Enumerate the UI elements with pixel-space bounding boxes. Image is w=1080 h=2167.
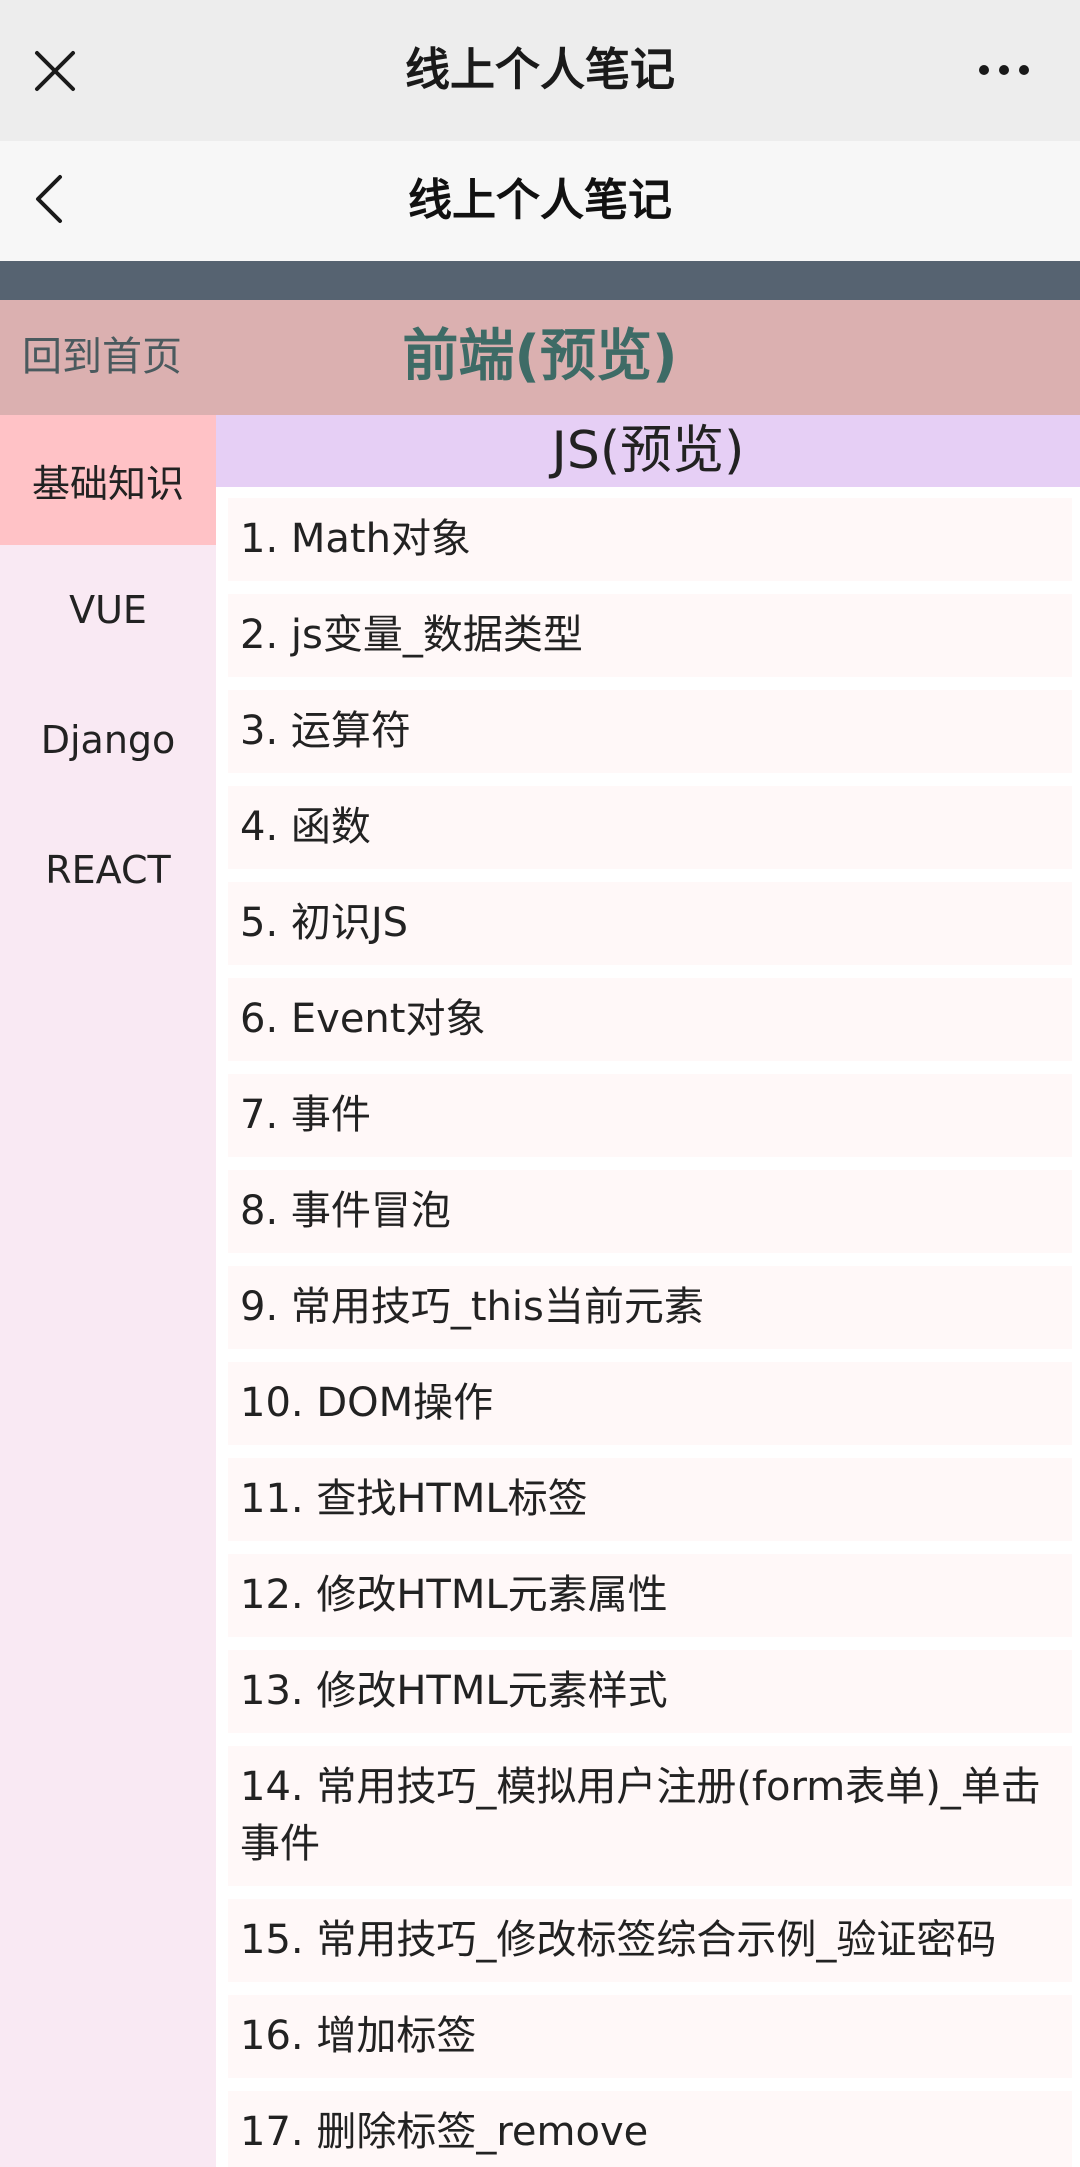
list-item[interactable]: 14. 常用技巧_模拟用户注册(form表单)_单击事件 (228, 1746, 1072, 1886)
category-title: JS(预览) (216, 415, 1080, 487)
webview-title: 线上个人笔记 (404, 43, 675, 96)
sidebar-item-react[interactable]: REACT (0, 805, 216, 935)
list-item[interactable]: 15. 常用技巧_修改标签综合示例_验证密码 (228, 1899, 1072, 1982)
list-item[interactable]: 10. DOM操作 (228, 1362, 1072, 1445)
category-sidebar: 基础知识 VUE Django REACT (0, 415, 216, 2167)
list-item[interactable]: 5. 初识JS (228, 882, 1072, 965)
sidebar-item-django[interactable]: Django (0, 675, 216, 805)
nav-bar: 线上个人笔记 (0, 141, 1080, 261)
list-item[interactable]: 11. 查找HTML标签 (228, 1458, 1072, 1541)
sidebar-item-vue[interactable]: VUE (0, 545, 216, 675)
list-item[interactable]: 6. Event对象 (228, 978, 1072, 1061)
webview-top-bar: 线上个人笔记 (0, 0, 1080, 141)
list-item[interactable]: 1. Math对象 (228, 498, 1072, 581)
article-list-panel: JS(预览) 1. Math对象 2. js变量_数据类型 3. 运算符 4. … (216, 415, 1080, 2167)
list-item[interactable]: 12. 修改HTML元素属性 (228, 1554, 1072, 1637)
more-icon[interactable] (976, 60, 1032, 80)
list-item[interactable]: 4. 函数 (228, 786, 1072, 869)
list-item[interactable]: 7. 事件 (228, 1074, 1072, 1157)
list-item[interactable]: 16. 增加标签 (228, 1995, 1072, 2078)
list-item[interactable]: 9. 常用技巧_this当前元素 (228, 1266, 1072, 1349)
section-title: 前端(预览) (402, 324, 678, 389)
list-item[interactable]: 2. js变量_数据类型 (228, 594, 1072, 677)
divider-strip (0, 261, 1080, 300)
page-title: 线上个人笔记 (408, 175, 672, 226)
list-item[interactable]: 8. 事件冒泡 (228, 1170, 1072, 1253)
list-item[interactable]: 3. 运算符 (228, 690, 1072, 773)
sidebar-item-basics[interactable]: 基础知识 (0, 415, 216, 545)
list-item[interactable]: 13. 修改HTML元素样式 (228, 1650, 1072, 1733)
article-list: 1. Math对象 2. js变量_数据类型 3. 运算符 4. 函数 5. 初… (216, 498, 1080, 2167)
list-item[interactable]: 17. 删除标签_remove (228, 2091, 1072, 2167)
section-header: 回到首页 前端(预览) (0, 300, 1080, 415)
